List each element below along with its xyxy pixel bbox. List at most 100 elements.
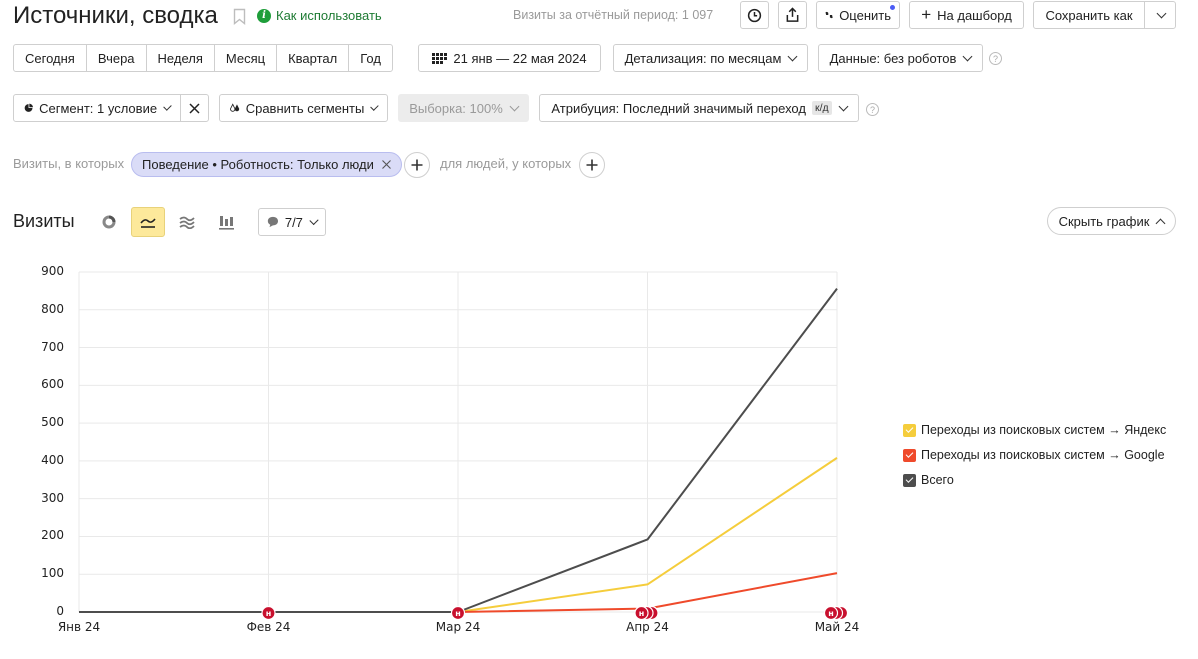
y-tick-label-1: 100	[41, 566, 64, 581]
period-week-button[interactable]: Неделя	[147, 45, 215, 71]
line-chart-icon	[140, 218, 156, 228]
date-range-button[interactable]: 21 янв — 22 мая 2024	[418, 44, 601, 72]
detail-dropdown[interactable]: Детализация: по месяцам	[613, 44, 808, 72]
plus-icon	[586, 159, 598, 171]
bar-chart-icon	[218, 215, 234, 230]
attribution-dropdown[interactable]: Атрибуция: Последний значимый переход к/…	[539, 94, 859, 122]
period-today-button[interactable]: Сегодня	[14, 45, 87, 71]
behavior-filter-chip[interactable]: Поведение • Роботность: Только люди	[131, 152, 402, 177]
data-filter-dropdown[interactable]: Данные: без роботов	[818, 44, 983, 72]
visits-period-value: 1 097	[681, 8, 714, 22]
annotation-marker-0[interactable]: н	[261, 605, 276, 621]
y-tick-label-7: 700	[41, 339, 64, 354]
chart-type-line-button[interactable]	[131, 207, 165, 237]
add-visit-condition-button[interactable]	[404, 152, 430, 178]
legend-item-1[interactable]: Переходы из поисковых систем → Google	[903, 448, 1165, 462]
chart-type-bar-button[interactable]	[209, 207, 243, 237]
hide-chart-button[interactable]: Скрыть график	[1047, 207, 1176, 235]
y-tick-label-2: 200	[41, 528, 64, 543]
chevron-down-icon	[838, 101, 849, 111]
visits-which-label: Визиты, в которых	[13, 156, 125, 171]
rate-label: Оценить	[839, 7, 891, 23]
how-to-use-link[interactable]: i Как использовать	[257, 8, 382, 23]
annotation-marker-2[interactable]: н	[634, 605, 659, 621]
annotation-marker-1[interactable]: н	[450, 605, 466, 621]
period-year-button[interactable]: Год	[349, 45, 392, 71]
plus-icon: +	[921, 4, 932, 24]
hide-chart-label: Скрыть график	[1058, 213, 1150, 229]
period-selector: Сегодня Вчера Неделя Месяц Квартал Год	[13, 44, 393, 72]
chart-grid	[78, 271, 838, 613]
period-quarter-button[interactable]: Квартал	[277, 45, 350, 71]
chart-type-area-button[interactable]	[170, 207, 204, 237]
dashboard-label: На дашборд	[937, 7, 1012, 23]
annotation-dot	[261, 605, 276, 621]
annotation-marker-label: н	[266, 609, 272, 618]
annotation-dot	[639, 605, 654, 621]
compare-label: Сравнить сегменты	[245, 100, 365, 116]
chevron-down-icon	[1156, 8, 1166, 18]
x-tick-label-0: Янв 24	[57, 620, 101, 634]
annotation-dot	[828, 605, 844, 621]
annotation-marker-label: н	[639, 609, 645, 618]
export-button[interactable]	[778, 1, 807, 29]
close-icon[interactable]	[381, 160, 391, 169]
page-title: Источники, сводка	[13, 2, 218, 29]
attribution-label: Атрибуция: Последний значимый переход	[551, 100, 806, 116]
save-as-label: Сохранить как	[1045, 7, 1133, 23]
period-month-button[interactable]: Месяц	[215, 45, 278, 71]
help-icon[interactable]: ?	[989, 52, 1002, 65]
compare-icon	[230, 103, 240, 112]
notification-dot	[889, 4, 896, 11]
series-line-1[interactable]	[79, 572, 838, 613]
rate-icon	[825, 11, 833, 19]
chevron-down-icon	[309, 215, 319, 225]
add-people-condition-button[interactable]	[579, 152, 605, 178]
series-line-0[interactable]	[79, 457, 838, 613]
x-tick-label-4: Май 24	[814, 620, 860, 634]
help-icon[interactable]: ?	[866, 103, 879, 116]
rate-button[interactable]: Оценить	[816, 1, 900, 29]
legend-label: Переходы из поисковых систем → Яндекс	[921, 423, 1167, 437]
series-line-2[interactable]	[79, 288, 838, 613]
history-button[interactable]	[740, 1, 769, 29]
legend-checkbox[interactable]	[903, 423, 916, 437]
save-as-button[interactable]: Сохранить как	[1033, 1, 1145, 29]
x-tick-label-2: Мар 24	[435, 620, 481, 634]
segment-clear-button[interactable]	[180, 94, 209, 122]
save-as-dropdown-button[interactable]	[1144, 1, 1176, 29]
annotation-dot	[634, 605, 649, 621]
legend-label: Переходы из поисковых систем → Google	[921, 448, 1165, 462]
chart-title: Визиты	[13, 211, 75, 231]
annotation-dot	[450, 605, 466, 621]
chevron-down-icon	[962, 51, 973, 61]
info-icon: i	[257, 8, 271, 23]
compare-segments-dropdown[interactable]: Сравнить сегменты	[219, 94, 388, 122]
series-counter-dropdown[interactable]: 7/7	[258, 208, 326, 236]
comment-icon	[267, 216, 278, 228]
legend-item-2[interactable]: Всего	[903, 473, 954, 487]
attribution-badge: к/д	[811, 101, 832, 115]
pie-chart-icon	[102, 215, 116, 229]
date-range-label: 21 янв — 22 мая 2024	[453, 50, 587, 66]
annotation-marker-label: н	[828, 609, 834, 618]
y-tick-label-0: 0	[56, 604, 64, 618]
annotation-dot	[833, 605, 849, 621]
legend-item-0[interactable]: Переходы из поисковых систем → Яндекс	[903, 423, 1166, 437]
legend-checkbox[interactable]	[903, 473, 916, 487]
upload-icon	[786, 7, 799, 22]
period-yesterday-button[interactable]: Вчера	[87, 45, 147, 71]
segment-dropdown[interactable]: Сегмент: 1 условие	[13, 94, 181, 122]
bookmark-icon[interactable]	[233, 8, 246, 28]
legend-checkbox[interactable]	[903, 448, 916, 462]
chart-type-pie-button[interactable]	[92, 207, 126, 237]
chevron-down-icon	[163, 101, 172, 111]
area-chart-icon	[179, 216, 195, 229]
add-to-dashboard-button[interactable]: + На дашборд	[909, 1, 1024, 29]
x-tick-label-1: Фев 24	[246, 620, 291, 634]
y-tick-label-5: 500	[41, 415, 64, 430]
calendar-icon	[432, 52, 448, 64]
legend-label: Всего	[921, 473, 954, 487]
sample-dropdown[interactable]: Выборка: 100%	[398, 94, 529, 122]
annotation-marker-3[interactable]: н	[823, 605, 849, 621]
